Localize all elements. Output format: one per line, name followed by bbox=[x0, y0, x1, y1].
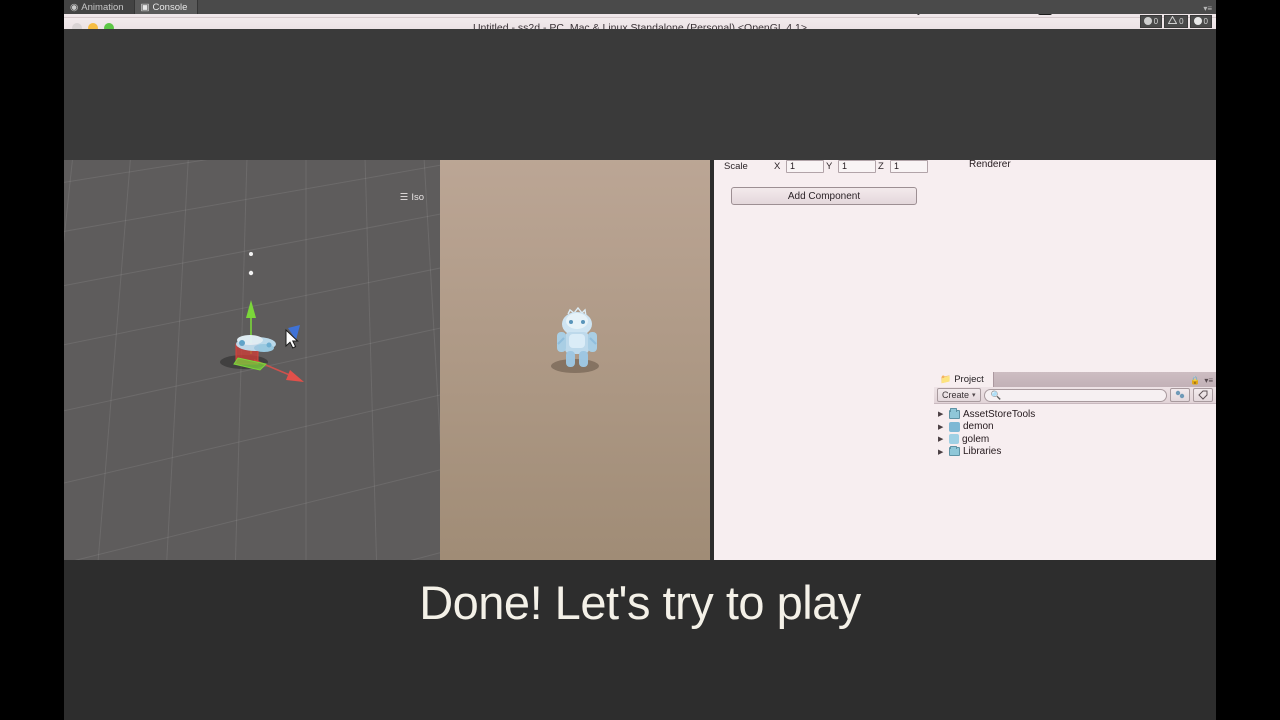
tab-project-label: Project bbox=[954, 374, 984, 385]
console-warning-count: 0 bbox=[1179, 16, 1184, 26]
console-tab-row: ◉ Animation ▣ Console ▾≡ bbox=[64, 0, 1216, 14]
add-component-label: Add Component bbox=[787, 190, 861, 202]
scene-orientation-label[interactable]: ☰ Iso bbox=[400, 192, 424, 203]
project-item-label: Libraries bbox=[963, 446, 1002, 458]
game-viewport[interactable] bbox=[440, 92, 710, 560]
axis-y-label: Y bbox=[826, 160, 833, 172]
transform-row-scale: Scale X 1 Y 1 Z 1 bbox=[714, 159, 934, 173]
project-create-button[interactable]: Create ▾ bbox=[937, 388, 981, 402]
project-item-assetstoretools[interactable]: ▶ AssetStoreTools bbox=[934, 408, 1216, 421]
console-panel-controls: ▾≡ bbox=[1203, 4, 1212, 13]
lock-icon[interactable]: 🔒 bbox=[1190, 376, 1200, 385]
project-item-libraries[interactable]: ▶ Libraries bbox=[934, 445, 1216, 459]
project-item-label: golem bbox=[962, 433, 990, 445]
project-search-input[interactable]: 🔍 bbox=[983, 388, 1167, 402]
add-component-button[interactable]: Add Component bbox=[731, 187, 917, 205]
tab-console-label: Console bbox=[152, 1, 188, 13]
video-caption: Done! Let's try to play bbox=[419, 576, 861, 629]
project-toolbar: Create ▾ 🔍 bbox=[934, 387, 1216, 404]
console-icon: ▣ bbox=[140, 1, 150, 13]
hierarchy-item-renderer-2[interactable]: Renderer bbox=[934, 159, 1216, 172]
animation-icon: ◉ bbox=[70, 1, 79, 13]
console-info-count: 0 bbox=[1203, 16, 1208, 26]
project-filter-label-button[interactable] bbox=[1193, 388, 1213, 402]
console-error-counter[interactable]: 0 bbox=[1139, 14, 1163, 28]
tree-toggle-icon[interactable]: ▶ bbox=[938, 423, 946, 431]
console-info-counter[interactable]: 0 bbox=[1189, 14, 1212, 28]
info-icon bbox=[1193, 17, 1202, 25]
console-warning-counter[interactable]: 0 bbox=[1164, 14, 1188, 28]
scale-x-input[interactable]: 1 bbox=[786, 159, 824, 173]
scale-label: Scale bbox=[724, 160, 748, 172]
panel-menu-icon[interactable]: ▾≡ bbox=[1204, 376, 1213, 385]
folder-icon bbox=[949, 445, 960, 457]
project-item-golem[interactable]: ▶ golem bbox=[934, 433, 1216, 446]
tab-animation[interactable]: ◉ Animation bbox=[64, 0, 135, 14]
console-counters: 0 0 0 bbox=[1139, 14, 1212, 28]
folder-icon bbox=[949, 408, 960, 419]
project-panel-controls: 🔒 ▾≡ bbox=[1190, 376, 1213, 385]
scene-viewport[interactable]: y x z bbox=[64, 92, 440, 560]
project-tree: ▶ AssetStoreTools ▶ demon ▶ golem ▶ Libr… bbox=[934, 404, 1216, 458]
chevron-down-icon: ▾ bbox=[972, 392, 976, 399]
game-render bbox=[440, 92, 710, 560]
project-item-label: demon bbox=[963, 421, 994, 433]
tree-toggle-icon[interactable]: ▶ bbox=[938, 435, 946, 443]
axis-z-label: Z bbox=[878, 160, 884, 172]
panel-menu-icon[interactable]: ▾≡ bbox=[1203, 4, 1212, 13]
hamburger-icon: ☰ bbox=[399, 192, 409, 203]
tab-console[interactable]: ▣ Console bbox=[134, 0, 199, 14]
scale-z-input[interactable]: 1 bbox=[890, 159, 928, 173]
scale-y-input[interactable]: 1 bbox=[838, 159, 876, 173]
axis-x-label: X bbox=[774, 160, 781, 172]
hierarchy-item-label: Renderer bbox=[969, 159, 1011, 171]
tree-toggle-icon[interactable]: ▶ bbox=[938, 410, 946, 418]
screen-root:  Unity File Edit Assets GameObject Comp… bbox=[0, 0, 1280, 720]
project-item-label: AssetStoreTools bbox=[963, 408, 1036, 420]
prefab-icon bbox=[949, 421, 960, 432]
project-filter-type-button[interactable] bbox=[1170, 388, 1190, 402]
unity-window:  Unity File Edit Assets GameObject Comp… bbox=[64, 0, 1216, 720]
project-panel: 📁 Project 🔒 ▾≡ Create ▾ 🔍 ▶ AssetStoreTo… bbox=[934, 372, 1216, 560]
warning-icon bbox=[1167, 15, 1178, 26]
magnifier-icon: 🔍 bbox=[990, 389, 1002, 400]
iso-label: Iso bbox=[411, 192, 424, 203]
project-tab-row: 📁 Project 🔒 ▾≡ bbox=[934, 372, 1216, 387]
project-item-demon[interactable]: ▶ demon bbox=[934, 421, 1216, 434]
project-create-label: Create bbox=[942, 390, 970, 400]
model-icon bbox=[949, 434, 959, 445]
error-icon bbox=[1143, 17, 1152, 25]
tab-project[interactable]: 📁 Project bbox=[934, 372, 994, 387]
console-log-area[interactable] bbox=[64, 29, 1216, 160]
tab-animation-label: Animation bbox=[81, 1, 124, 13]
tree-toggle-icon[interactable]: ▶ bbox=[938, 448, 946, 456]
project-icon: 📁 bbox=[940, 374, 952, 384]
console-error-count: 0 bbox=[1153, 16, 1159, 26]
